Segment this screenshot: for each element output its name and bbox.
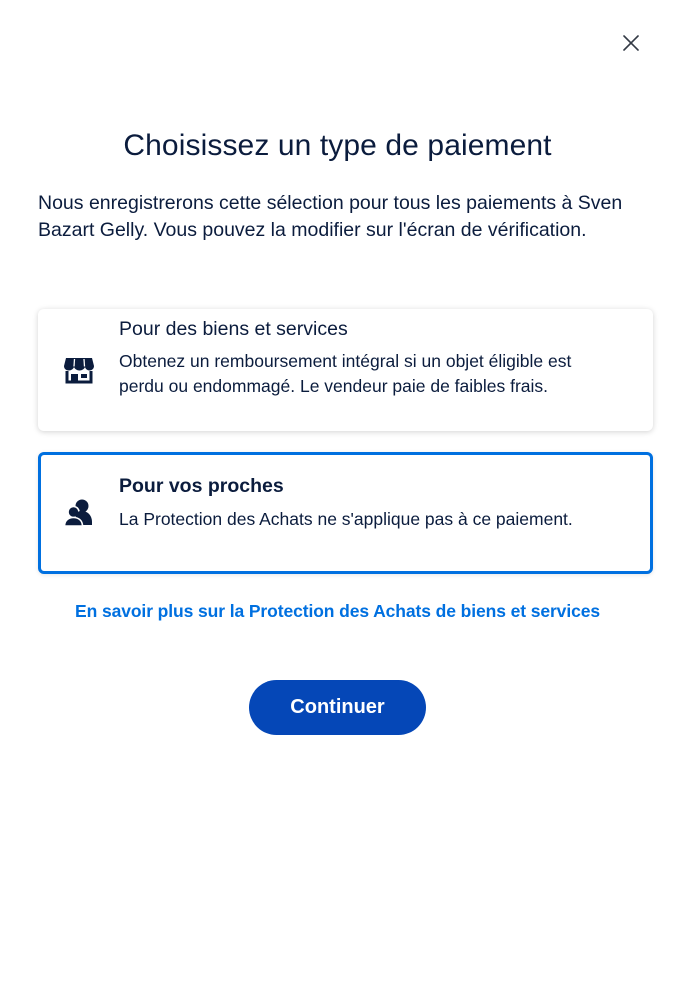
option-title: Pour des biens et services (119, 318, 348, 340)
continue-button[interactable]: Continuer (249, 680, 426, 735)
option-friends-and-family[interactable]: Pour vos proches La Protection des Achat… (38, 452, 653, 574)
learn-more-link[interactable]: En savoir plus sur la Protection des Ach… (0, 599, 675, 623)
person-icon (63, 497, 95, 529)
page-title: Choisissez un type de paiement (123, 129, 552, 162)
payment-type-dialog: Choisissez un type de paiement Nous enre… (0, 0, 675, 990)
close-button[interactable] (617, 29, 645, 57)
close-icon (623, 35, 639, 51)
store-icon (63, 353, 95, 385)
option-description: La Protection des Achats ne s'applique p… (119, 509, 573, 529)
option-goods-and-services[interactable]: Pour des biens et services Obtenez un re… (38, 309, 653, 431)
option-title: Pour vos proches (119, 475, 284, 497)
option-description: Obtenez un remboursement intégral si un … (119, 351, 572, 396)
intro-text: Nous enregistrerons cette sélection pour… (38, 192, 623, 241)
